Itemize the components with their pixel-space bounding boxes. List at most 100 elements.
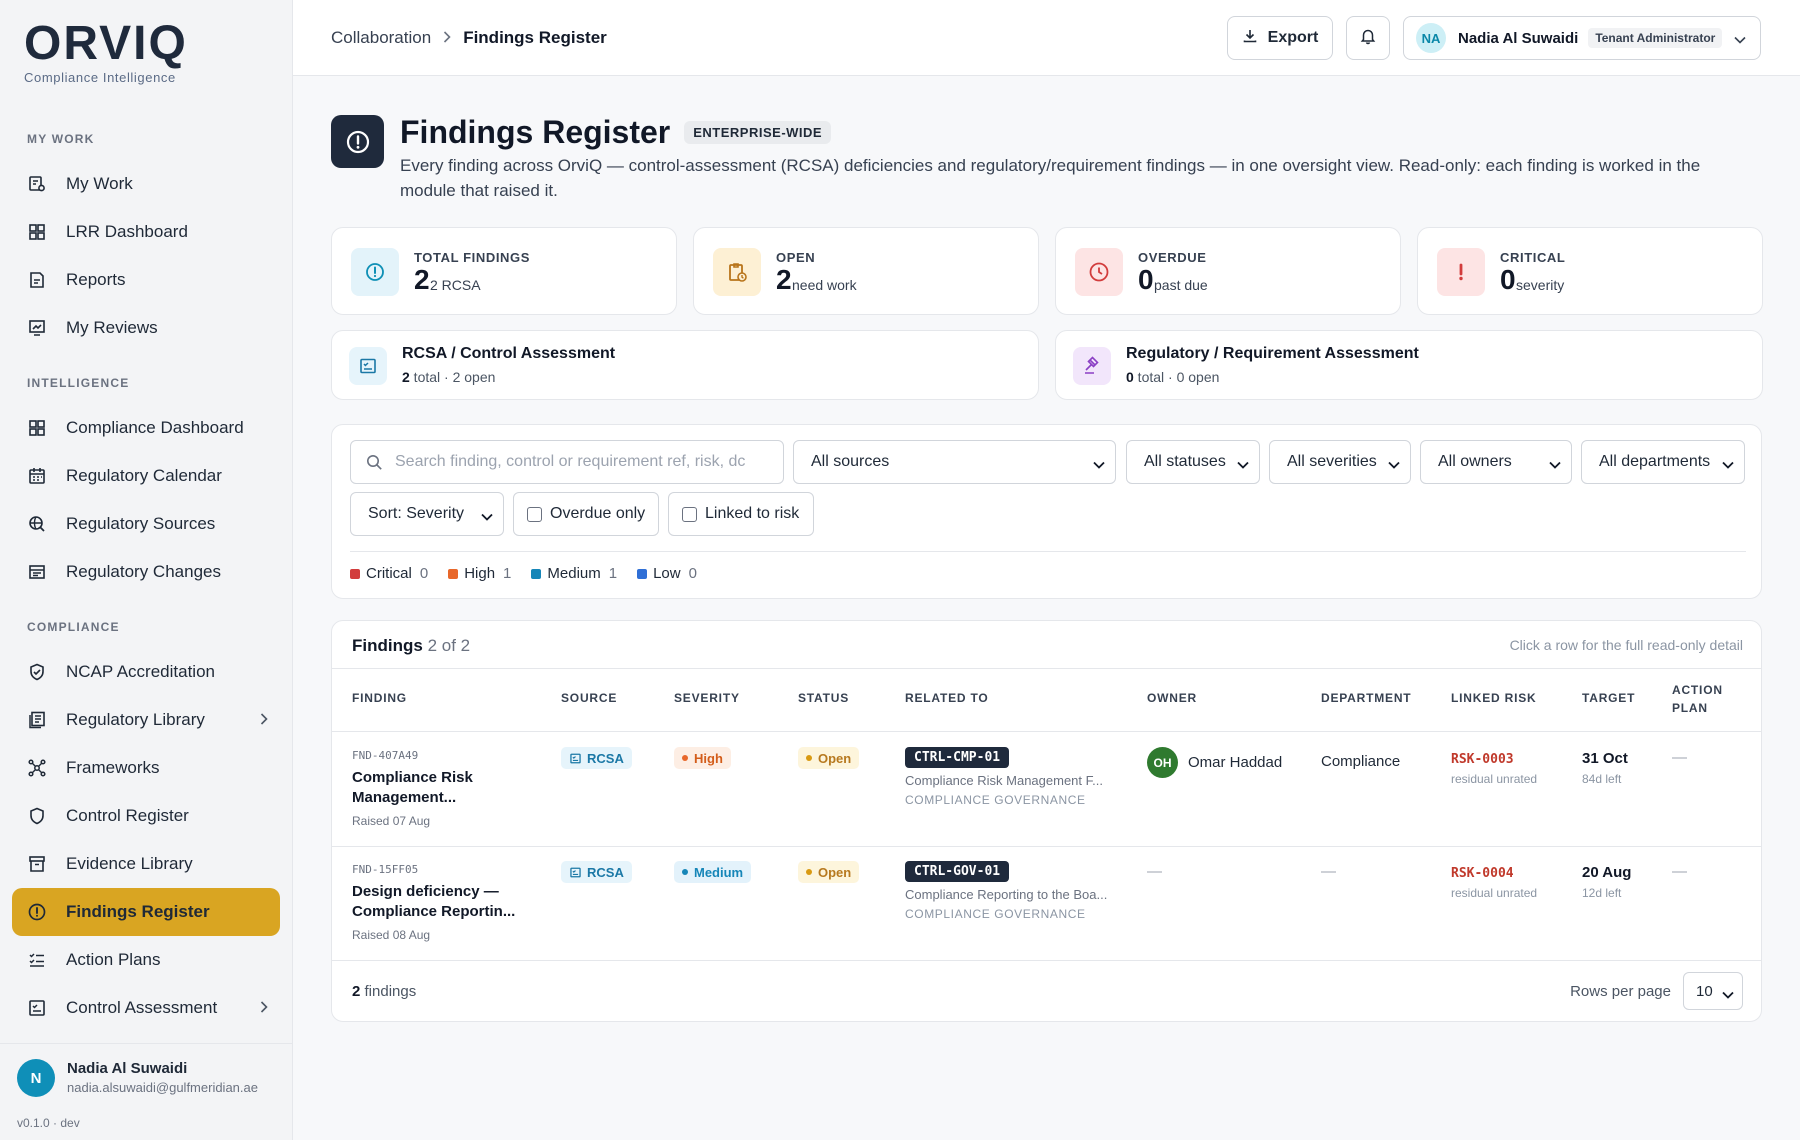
sidebar-item-compliance-dashboard[interactable]: Compliance Dashboard (12, 404, 280, 452)
table-footer: 2 findings Rows per page 10 (332, 960, 1761, 1021)
severity-dot (682, 755, 688, 761)
page-title: Findings Register ENTERPRISE-WIDE (400, 114, 832, 151)
sidebar-item-ncap-accreditation[interactable]: NCAP Accreditation (12, 648, 280, 696)
table-row[interactable]: FND-407A49 Compliance Risk Management... R… (332, 733, 1761, 847)
sidebar-item-findings-register[interactable]: Findings Register (12, 888, 280, 936)
breadcrumb-parent[interactable]: Collaboration (331, 28, 431, 48)
sidebar-item-label: My Work (66, 174, 133, 193)
source-card-summary: 0 total · 0 open (1126, 369, 1219, 385)
risk-ref-link[interactable]: RSK-0004 (1451, 866, 1537, 881)
source-filter[interactable]: All sources (793, 440, 1116, 484)
column-header-status[interactable]: STATUS (798, 691, 849, 705)
calendar-icon (26, 465, 48, 487)
sidebar-item-reports[interactable]: Reports (12, 256, 280, 304)
severity-label: High (694, 750, 723, 766)
department-filter[interactable]: All departments (1581, 440, 1745, 484)
app-version: v0.1.0 · dev (17, 1116, 80, 1130)
stat-label: CRITICAL (1500, 250, 1566, 265)
severity-filter[interactable]: All severities (1269, 440, 1411, 484)
checklist-icon (569, 752, 582, 765)
column-header-linked-risk[interactable]: LINKED RISK (1451, 691, 1536, 705)
target-date: 31 Oct (1582, 750, 1628, 767)
control-ref-chip[interactable]: CTRL-GOV-01 (905, 861, 1010, 882)
sidebar-item-label: My Reviews (66, 318, 158, 337)
column-header-finding[interactable]: FINDING (352, 691, 407, 705)
sidebar-item-label: Regulatory Library (66, 710, 205, 729)
stat-card-total-findings[interactable]: TOTAL FINDINGS 2 2 RCSA (331, 227, 677, 315)
legend-count: 0 (688, 565, 697, 582)
owner: OH Omar Haddad (1147, 747, 1282, 778)
source-card-summary: 2 total · 2 open (402, 369, 495, 385)
risk-rating: residual unrated (1451, 886, 1538, 900)
export-button[interactable]: Export (1227, 16, 1333, 60)
sidebar-item-my-reviews[interactable]: My Reviews (12, 304, 280, 352)
sidebar-item-regulatory-sources[interactable]: Regulatory Sources (12, 500, 280, 548)
rows-per-page-select[interactable]: 10 (1683, 972, 1743, 1010)
source-cell: RCSA (561, 747, 632, 770)
brand-logo[interactable]: ORVIQ Compliance Intelligence (24, 20, 188, 86)
archive-icon (26, 853, 48, 875)
stat-value: 0 (1500, 264, 1516, 295)
stat-subtext: severity (1516, 277, 1565, 293)
column-header-target[interactable]: TARGET (1582, 691, 1635, 705)
stat-card-overdue[interactable]: OVERDUE 0 past due (1055, 227, 1401, 315)
linked-to-risk-checkbox[interactable]: Linked to risk (668, 492, 814, 536)
risk-ref-link[interactable]: RSK-0003 (1451, 752, 1537, 767)
stat-subtext: past due (1154, 277, 1208, 293)
sidebar-item-my-work[interactable]: My Work (12, 160, 280, 208)
checklist-icon (349, 347, 387, 385)
finding-title: Compliance Risk Management... (352, 769, 473, 806)
column-header-owner[interactable]: OWNER (1147, 691, 1197, 705)
search-input[interactable]: Search finding, control or requirement r… (350, 440, 784, 484)
library-icon (26, 709, 48, 731)
stat-value: 2 (776, 264, 792, 295)
table-hint: Click a row for the full read-only detai… (1509, 637, 1743, 653)
sidebar-item-evidence-library[interactable]: Evidence Library (12, 840, 280, 888)
sidebar-item-regulatory-changes[interactable]: Regulatory Changes (12, 548, 280, 596)
column-header-source[interactable]: SOURCE (561, 691, 617, 705)
target-remaining: 84d left (1582, 772, 1622, 786)
overdue-only-checkbox[interactable]: Overdue only (513, 492, 659, 536)
legend-item-low: Low 0 (637, 565, 697, 582)
stat-card-open[interactable]: OPEN 2 need work (693, 227, 1039, 315)
notifications-button[interactable] (1346, 16, 1390, 60)
sidebar-item-frameworks[interactable]: Frameworks (12, 744, 280, 792)
user-menu[interactable]: NA Nadia Al Suwaidi Tenant Administrator (1403, 16, 1761, 60)
sort-select[interactable]: Sort: Severity (350, 492, 504, 536)
chevron-down-icon (1237, 456, 1249, 474)
stat-card-critical[interactable]: CRITICAL 0 severity (1417, 227, 1763, 315)
sidebar-item-regulatory-library[interactable]: Regulatory Library (12, 696, 280, 744)
source-total: 0 (1126, 369, 1134, 385)
sidebar-item-action-plans[interactable]: Action Plans (12, 936, 280, 984)
control-name: Compliance Risk Management F... (905, 773, 1103, 788)
source-total-suffix: total · 2 open (409, 369, 496, 385)
column-header-related-to[interactable]: RELATED TO (905, 691, 989, 705)
owner-name: Omar Haddad (1188, 754, 1283, 771)
status-label: Open (818, 864, 852, 880)
source-card-rcsa[interactable]: RCSA / Control Assessment 2 total · 2 ope… (331, 330, 1039, 400)
sidebar-item-label: NCAP Accreditation (66, 662, 215, 681)
sidebar-item-lrr-dashboard[interactable]: LRR Dashboard (12, 208, 280, 256)
control-ref-chip[interactable]: CTRL-CMP-01 (905, 747, 1010, 768)
chevron-down-icon (1734, 31, 1746, 49)
status-filter[interactable]: All statuses (1126, 440, 1260, 484)
sidebar-user[interactable]: N Nadia Al Suwaidi nadia.alsuwaidi@gulfm… (0, 1043, 292, 1140)
sidebar-item-control-register[interactable]: Control Register (12, 792, 280, 840)
sidebar-item-label: LRR Dashboard (66, 222, 188, 241)
column-header-severity[interactable]: SEVERITY (674, 691, 740, 705)
column-header-department[interactable]: DEPARTMENT (1321, 691, 1411, 705)
sidebar-item-label: Regulatory Sources (66, 514, 216, 533)
source-card-regulatory[interactable]: Regulatory / Requirement Assessment 0 tot… (1055, 330, 1763, 400)
sidebar-item-regulatory-calendar[interactable]: Regulatory Calendar (12, 452, 280, 500)
status-filter-value: All statuses (1144, 453, 1226, 470)
sidebar-item-label: Compliance Dashboard (66, 418, 244, 437)
column-header-action-plan[interactable]: ACTION PLAN (1672, 681, 1742, 717)
page-title-text: Findings Register (400, 114, 671, 150)
sidebar-item-rcsa-campaigns[interactable]: RCSA Campaigns (12, 1032, 280, 1042)
role-badge: Tenant Administrator (1588, 28, 1723, 48)
sidebar-item-control-assessment[interactable]: Control Assessment (12, 984, 280, 1032)
control-name: Compliance Reporting to the Boa... (905, 887, 1108, 902)
severity-swatch (350, 568, 360, 579)
owner-filter[interactable]: All owners (1420, 440, 1572, 484)
table-row[interactable]: FND-15FF05 Design deficiency — Compliance… (332, 847, 1761, 961)
